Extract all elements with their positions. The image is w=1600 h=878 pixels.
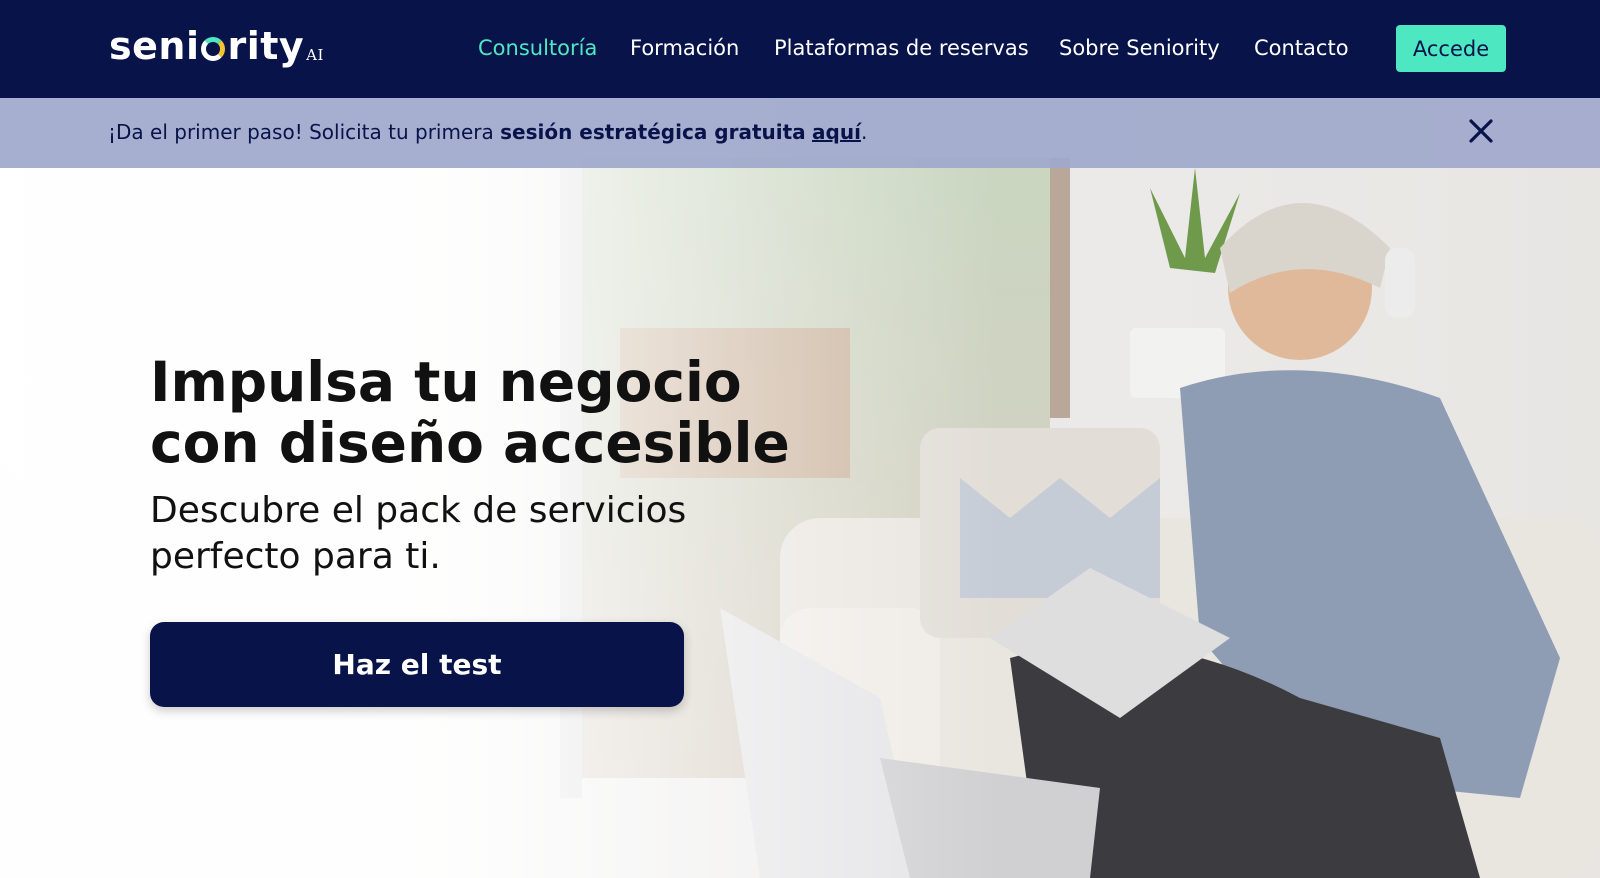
hero-section: Impulsa tu negocio con diseño accesible … [0, 98, 1600, 878]
close-icon[interactable] [1468, 118, 1494, 144]
hero-headline-line1: Impulsa tu negocio [150, 350, 742, 414]
logo-text-end: rity [227, 24, 305, 68]
hero-headline: Impulsa tu negocio con diseño accesible [150, 352, 870, 474]
hero-subline: Descubre el pack de servicios perfecto p… [150, 488, 790, 580]
hero-subline-line1: Descubre el pack de servicios [150, 490, 687, 531]
login-button[interactable]: Accede [1396, 25, 1506, 72]
banner-text-prefix: ¡Da el primer paso! Solicita tu primera [108, 120, 501, 144]
nav-item-formacion[interactable]: Formación [630, 36, 739, 60]
take-test-button[interactable]: Haz el test [150, 622, 684, 707]
hero-subline-line2: perfecto para ti. [150, 536, 441, 577]
logo-o-ring-icon [201, 37, 226, 61]
banner-text-bold: sesión estratégica gratuita [500, 120, 806, 144]
banner-link-here[interactable]: aquí [812, 120, 861, 144]
promo-banner: ¡Da el primer paso! Solicita tu primera … [0, 98, 1600, 168]
banner-message: ¡Da el primer paso! Solicita tu primera … [108, 120, 867, 144]
nav-item-plataformas[interactable]: Plataformas de reservas [774, 36, 1029, 60]
logo-text-start: seni [109, 24, 200, 68]
site-header: seni rity AI Consultoría Formación Plata… [0, 0, 1600, 98]
hero-headline-line2: con diseño accesible [150, 411, 790, 475]
logo-ai-suffix: AI [306, 46, 324, 64]
seniority-logo[interactable]: seni rity AI [109, 24, 324, 68]
nav-item-consultoria[interactable]: Consultoría [478, 36, 597, 60]
nav-item-sobre-seniority[interactable]: Sobre Seniority [1059, 36, 1220, 60]
banner-text-suffix: . [860, 120, 868, 144]
nav-item-contacto[interactable]: Contacto [1254, 36, 1349, 60]
